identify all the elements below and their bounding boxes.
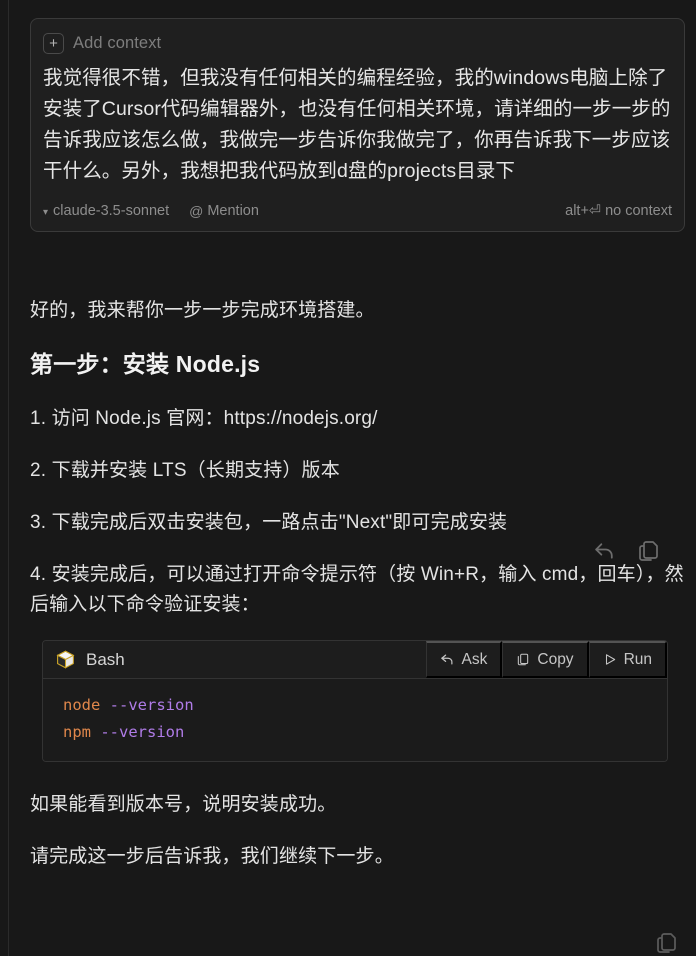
code-token-flag: --version <box>109 696 194 714</box>
mention-label: Mention <box>207 203 259 219</box>
response-step-4: 4. 安装完成后，可以通过打开命令提示符（按 Win+R，输入 cmd，回车），… <box>30 564 684 615</box>
code-language-label: Bash <box>86 649 125 669</box>
composer-footer: ▾ claude-3.5-sonnet @ Mention alt+⏎ no c… <box>43 197 672 225</box>
response-step-2: 2. 下载并安装 LTS（长期支持）版本 <box>30 460 340 481</box>
composer-message-input[interactable]: 我觉得很不错，但我没有任何相关的编程经验，我的windows电脑上除了安装了Cu… <box>43 63 672 187</box>
play-icon <box>603 652 617 667</box>
code-language: Bash <box>43 641 426 678</box>
model-name-label: claude-3.5-sonnet <box>53 203 170 219</box>
shortcut-hint-label: alt+⏎ no context <box>565 203 672 219</box>
add-context-row[interactable]: + Add context <box>43 30 672 56</box>
undo-arrow-icon[interactable] <box>592 538 617 568</box>
response-closing-1: 如果能看到版本号，说明安装成功。 <box>30 794 337 815</box>
response-step-3: 3. 下载完成后双击安装包，一路点击"Next"即可完成安装 <box>30 512 508 533</box>
code-token-command: node <box>63 696 101 714</box>
copy-icon <box>516 652 530 667</box>
code-run-label: Run <box>623 650 652 668</box>
chat-composer[interactable]: + Add context 我觉得很不错，但我没有任何相关的编程经验，我的win… <box>30 18 685 232</box>
response-intro: 好的，我来帮你一步一步完成环境搭建。 <box>30 300 375 321</box>
chat-panel: + Add context 我觉得很不错，但我没有任何相关的编程经验，我的win… <box>9 0 696 956</box>
panel-left-divider <box>0 0 9 956</box>
code-token-command: npm <box>63 723 91 741</box>
code-block-header: Bash Ask Copy Run <box>43 641 667 679</box>
code-copy-button[interactable]: Copy <box>502 641 589 678</box>
assistant-response: 好的，我来帮你一步一步完成环境搭建。 第一步：安装 Node.js 1. 访问 … <box>30 296 685 894</box>
reply-arrow-icon <box>440 652 455 667</box>
code-line: node --version <box>63 692 667 719</box>
copy-icon[interactable] <box>637 539 661 568</box>
plus-icon[interactable]: + <box>43 32 64 54</box>
response-heading: 第一步：安装 Node.js <box>30 351 261 377</box>
response-closing-2: 请完成这一步后告诉我，我们继续下一步。 <box>30 846 394 867</box>
code-token-flag: --version <box>100 723 185 741</box>
code-run-button[interactable]: Run <box>588 641 667 678</box>
model-selector[interactable]: ▾ claude-3.5-sonnet <box>43 203 169 219</box>
mention-button[interactable]: @ Mention <box>189 203 259 219</box>
response-step-1: 1. 访问 Node.js 官网：https://nodejs.org/ <box>30 408 378 429</box>
add-context-label: Add context <box>73 33 162 52</box>
message-hover-actions <box>592 538 661 568</box>
code-block-actions: Ask Copy Run <box>425 641 667 678</box>
cube-icon <box>55 649 76 670</box>
at-icon: @ <box>189 203 204 219</box>
chevron-down-icon: ▾ <box>43 206 49 218</box>
code-ask-label: Ask <box>461 650 488 668</box>
code-line: npm --version <box>63 719 667 746</box>
code-ask-button[interactable]: Ask <box>425 641 503 678</box>
code-block-body[interactable]: node --version npm --version <box>43 679 667 761</box>
copy-button[interactable] <box>655 931 679 956</box>
shortcut-hint: alt+⏎ no context <box>565 203 672 219</box>
code-copy-label: Copy <box>537 650 574 668</box>
code-block: Bash Ask Copy Run node --version npm --v… <box>42 640 668 762</box>
